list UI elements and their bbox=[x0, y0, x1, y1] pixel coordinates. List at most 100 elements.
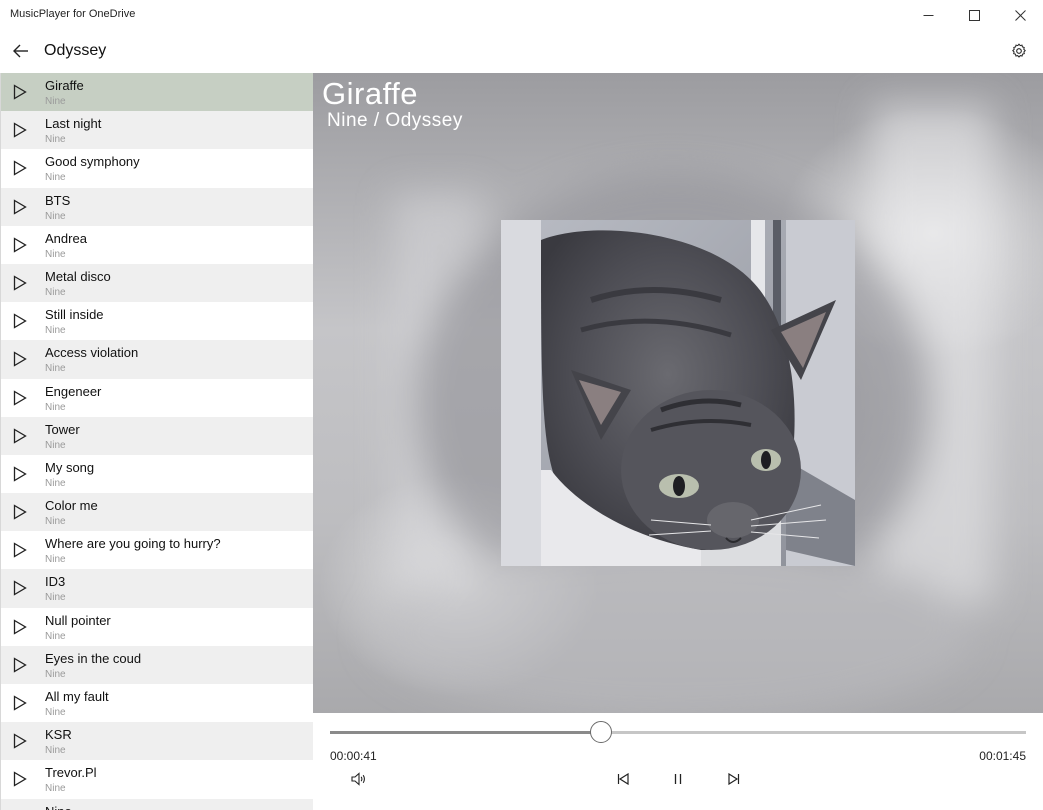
play-icon[interactable] bbox=[13, 466, 27, 482]
track-row[interactable]: Where are you going to hurry? Nine bbox=[1, 531, 313, 569]
track-name: ID3 bbox=[45, 574, 66, 590]
track-row[interactable]: My song Nine bbox=[1, 455, 313, 493]
track-row[interactable]: Last night Nine bbox=[1, 111, 313, 150]
play-icon[interactable] bbox=[13, 657, 27, 673]
previous-button[interactable] bbox=[611, 769, 635, 789]
play-icon[interactable] bbox=[13, 122, 27, 138]
play-icon[interactable] bbox=[13, 351, 27, 367]
track-artist: Nine bbox=[45, 439, 66, 451]
volume-button[interactable] bbox=[347, 769, 371, 789]
track-name: Metal disco bbox=[45, 268, 111, 284]
settings-button[interactable] bbox=[1007, 39, 1031, 63]
window-controls bbox=[905, 0, 1043, 30]
play-icon[interactable] bbox=[13, 313, 27, 329]
track-row[interactable]: Null pointer Nine bbox=[1, 608, 313, 646]
track-name: Last night bbox=[45, 116, 102, 132]
play-icon[interactable] bbox=[13, 428, 27, 444]
cat-photo-icon bbox=[501, 220, 855, 566]
play-icon[interactable] bbox=[13, 389, 27, 406]
play-icon[interactable] bbox=[13, 504, 27, 520]
track-artist: Nine bbox=[45, 630, 66, 642]
track-name: Trevor.Pl bbox=[45, 765, 97, 781]
arrow-left-icon bbox=[13, 44, 28, 58]
play-icon[interactable] bbox=[13, 580, 27, 597]
app-header: Odyssey bbox=[0, 30, 1043, 73]
play-icon[interactable] bbox=[13, 733, 27, 749]
play-icon[interactable] bbox=[13, 618, 27, 635]
next-button[interactable] bbox=[722, 769, 746, 789]
now-playing-subtitle: Nine / Odyssey bbox=[327, 110, 463, 131]
track-artist: Nine bbox=[45, 516, 66, 528]
track-artist: Nine bbox=[45, 668, 66, 680]
track-row[interactable]: KSR Nine bbox=[1, 722, 313, 761]
minimize-button[interactable] bbox=[905, 0, 951, 30]
track-name: Engeneer bbox=[45, 383, 102, 399]
elapsed-time: 00:00:41 bbox=[330, 749, 377, 763]
page-title: Odyssey bbox=[44, 42, 107, 59]
track-artist: Nine bbox=[45, 286, 66, 298]
track-artist: Nine bbox=[45, 96, 66, 107]
track-name: My song bbox=[45, 459, 95, 475]
track-name: Andrea bbox=[45, 230, 87, 246]
track-artist: Nine bbox=[45, 783, 66, 795]
track-name: Still inside bbox=[45, 307, 104, 323]
track-artist: Nine bbox=[45, 363, 66, 375]
track-artist: Nine bbox=[45, 210, 66, 222]
track-row[interactable]: Andrea Nine bbox=[1, 226, 313, 264]
previous-icon bbox=[617, 773, 629, 785]
play-icon[interactable] bbox=[13, 275, 27, 291]
gear-icon bbox=[1012, 43, 1026, 58]
track-row[interactable]: Access violation Nine bbox=[1, 340, 313, 379]
close-button[interactable] bbox=[997, 0, 1043, 30]
play-icon[interactable] bbox=[13, 771, 27, 788]
track-name: Where are you going to hurry? bbox=[45, 536, 221, 552]
maximize-button[interactable] bbox=[951, 0, 997, 30]
track-row[interactable]: ID3 Nine bbox=[1, 569, 313, 608]
track-name: Tower bbox=[45, 421, 80, 437]
pause-icon bbox=[674, 774, 682, 784]
pause-button[interactable] bbox=[666, 769, 690, 789]
play-icon[interactable] bbox=[13, 198, 27, 215]
play-icon[interactable] bbox=[13, 542, 27, 558]
play-icon[interactable] bbox=[13, 237, 27, 253]
track-artist: Nine bbox=[45, 248, 66, 260]
app-title: MusicPlayer for OneDrive bbox=[10, 8, 136, 20]
track-row[interactable]: All my fault Nine bbox=[1, 684, 313, 722]
track-row[interactable]: Eyes in the coud Nine bbox=[1, 645, 313, 684]
title-bar: MusicPlayer for OneDrive bbox=[0, 0, 1043, 30]
track-artist: Nine bbox=[45, 134, 66, 146]
play-icon[interactable] bbox=[13, 84, 27, 100]
track-row[interactable]: Metal disco Nine bbox=[1, 263, 313, 303]
track-artist: Nine bbox=[45, 477, 66, 489]
track-row[interactable]: Giraffe Nine bbox=[1, 73, 313, 112]
track-name: KSR bbox=[45, 727, 72, 743]
track-row[interactable]: Color me Nine bbox=[1, 493, 313, 532]
track-row[interactable]: Engeneer Nine bbox=[1, 379, 313, 417]
track-name: Access violation bbox=[45, 345, 139, 361]
track-name: Good symphony bbox=[45, 154, 140, 170]
track-artist: Nine bbox=[45, 325, 66, 337]
seek-bar[interactable] bbox=[330, 721, 1026, 743]
next-icon bbox=[728, 773, 740, 785]
maximize-icon bbox=[968, 9, 980, 21]
back-button[interactable] bbox=[8, 38, 34, 64]
track-row[interactable]: Trevor.Pl Nine bbox=[1, 760, 313, 798]
player-controls: 00:00:41 00:01:45 bbox=[313, 713, 1043, 810]
now-playing-title: Giraffe bbox=[322, 76, 418, 111]
seek-bar-thumb[interactable] bbox=[590, 721, 612, 743]
track-row[interactable]: BTS Nine bbox=[1, 187, 313, 226]
track-row[interactable]: Tower Nine bbox=[1, 416, 313, 455]
track-name: Color me bbox=[45, 498, 98, 514]
track-row[interactable]: Good symphony Nine bbox=[1, 149, 313, 187]
now-playing-panel: Giraffe Nine / Odyssey bbox=[313, 73, 1043, 713]
track-list[interactable]: Giraffe Nine Last night Nine Good symphony Ni… bbox=[0, 73, 313, 810]
track-artist: Nine bbox=[45, 554, 66, 566]
track-row[interactable]: Nine bbox=[1, 798, 313, 810]
total-time: 00:01:45 bbox=[979, 749, 1026, 763]
play-icon[interactable] bbox=[13, 160, 27, 177]
track-name: Nine bbox=[45, 804, 72, 810]
play-icon[interactable] bbox=[13, 695, 27, 711]
track-row[interactable]: Still inside Nine bbox=[1, 302, 313, 340]
album-art bbox=[501, 220, 855, 566]
close-icon bbox=[1014, 9, 1026, 21]
